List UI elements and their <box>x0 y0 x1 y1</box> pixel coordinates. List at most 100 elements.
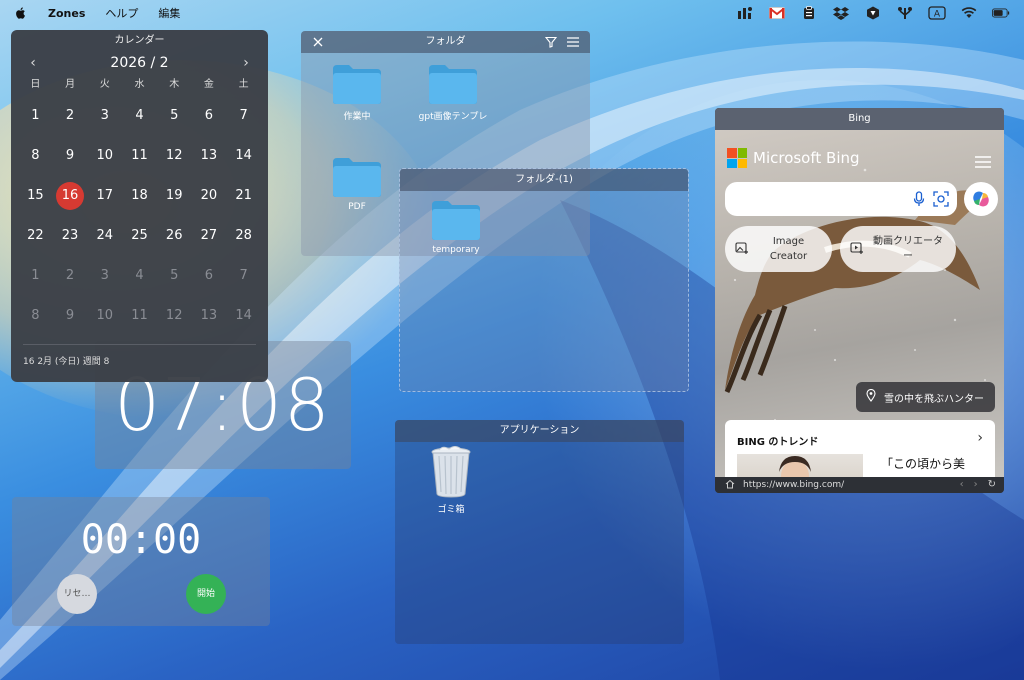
calendar-day[interactable]: 23 <box>53 216 88 256</box>
prev-month-chevron-icon[interactable]: ‹ <box>25 55 41 71</box>
calendar-day[interactable]: 11 <box>122 136 157 176</box>
microsoft-bing-logo[interactable]: Microsoft Bing <box>727 148 860 168</box>
trash-item[interactable]: ゴミ箱 <box>406 446 496 515</box>
calendar-day-next-month[interactable]: 12 <box>157 296 192 336</box>
timer-start-button[interactable]: 開始 <box>186 574 226 614</box>
calendar-day-next-month[interactable]: 8 <box>18 296 53 336</box>
visual-search-icon[interactable] <box>933 191 949 211</box>
folder-icon <box>429 65 477 104</box>
url-bar[interactable]: https://www.bing.com/ ‹ › ↻ <box>715 477 1004 493</box>
folder-label: gpt画像テンプレ <box>418 112 488 122</box>
search-input[interactable] <box>725 182 957 216</box>
calendar-day[interactable]: 28 <box>226 216 261 256</box>
microphone-icon[interactable] <box>913 191 925 211</box>
calendar-day-next-month[interactable]: 13 <box>192 296 227 336</box>
weekday-label: 火 <box>99 79 110 90</box>
timer-reset-button[interactable]: リセ… <box>57 574 97 614</box>
calendar-day[interactable]: 14 <box>226 136 261 176</box>
applications-window-title: アプリケーション <box>499 425 580 436</box>
wifi-icon[interactable] <box>960 5 978 21</box>
calendar-day[interactable]: 26 <box>157 216 192 256</box>
calendar-day[interactable]: 3 <box>87 96 122 136</box>
calendar-day[interactable]: 24 <box>87 216 122 256</box>
calendar-day[interactable]: 9 <box>53 136 88 176</box>
menu-edit[interactable]: 編集 <box>158 5 180 21</box>
calendar-day[interactable]: 4 <box>122 96 157 136</box>
weekday-label: 水 <box>134 79 145 90</box>
menu-icon[interactable] <box>566 35 580 49</box>
calendar-day[interactable]: 25 <box>122 216 157 256</box>
calendar-day-next-month[interactable]: 10 <box>87 296 122 336</box>
calendar-day-next-month[interactable]: 1 <box>18 256 53 296</box>
timer-time: 00:00 <box>80 517 202 563</box>
folder-label: temporary <box>432 245 480 255</box>
calendar-day[interactable]: 19 <box>157 176 192 216</box>
close-icon[interactable] <box>311 35 325 49</box>
folder-item[interactable]: PDF <box>312 156 402 212</box>
location-pin-icon <box>866 388 876 405</box>
calendar-day[interactable]: 7 <box>226 96 261 136</box>
calendar-day-next-month[interactable]: 5 <box>157 256 192 296</box>
calendar-day-next-month[interactable]: 9 <box>53 296 88 336</box>
forward-chevron-icon[interactable]: › <box>974 479 978 490</box>
home-icon[interactable] <box>725 479 735 492</box>
calendar-day-next-month[interactable]: 3 <box>87 256 122 296</box>
image-location-button[interactable]: 雪の中を飛ぶハンター <box>856 382 995 412</box>
video-creator-button[interactable]: 動画クリエーター <box>840 226 956 272</box>
calendar-day[interactable]: 15 <box>18 176 53 216</box>
microsoft-logo-icon <box>727 148 747 168</box>
calendar-grid: 日 月 火 水 木 金 土 1 2 3 4 5 6 7 8 9 10 11 12… <box>11 74 268 336</box>
chevron-right-icon[interactable]: › <box>977 430 983 446</box>
image-add-icon <box>735 241 749 258</box>
calendar-day-next-month[interactable]: 11 <box>122 296 157 336</box>
input-method-icon[interactable]: A <box>928 5 946 21</box>
calendar-day[interactable]: 10 <box>87 136 122 176</box>
folder-item[interactable]: temporary <box>411 199 501 255</box>
calendar-day-next-month[interactable]: 4 <box>122 256 157 296</box>
gmail-icon[interactable] <box>768 5 786 21</box>
menu-bar: Zones ヘルプ 編集 A <box>0 0 1024 26</box>
image-creator-button[interactable]: Image Creator <box>725 226 832 272</box>
calendar-day-today[interactable]: 16 <box>53 176 88 216</box>
calendar-day-next-month[interactable]: 7 <box>226 256 261 296</box>
calendar-day[interactable]: 12 <box>157 136 192 176</box>
calendar-day-next-month[interactable]: 2 <box>53 256 88 296</box>
app-name-menu[interactable]: Zones <box>48 7 85 20</box>
calendar-day[interactable]: 18 <box>122 176 157 216</box>
next-month-chevron-icon[interactable]: › <box>238 55 254 71</box>
calendar-day[interactable]: 17 <box>87 176 122 216</box>
back-chevron-icon[interactable]: ‹ <box>960 479 964 490</box>
copilot-icon[interactable] <box>964 182 998 216</box>
calendar-day[interactable]: 13 <box>192 136 227 176</box>
folder-icon <box>333 158 381 197</box>
calendar-day[interactable]: 27 <box>192 216 227 256</box>
shield-hex-icon[interactable] <box>864 5 882 21</box>
battery-icon[interactable] <box>992 5 1010 21</box>
dropbox-icon[interactable] <box>832 5 850 21</box>
calendar-day[interactable]: 20 <box>192 176 227 216</box>
trending-card[interactable]: BING のトレンド › 「この頃から美 <box>725 420 995 477</box>
stats-icon[interactable] <box>736 5 754 21</box>
calendar-day[interactable]: 5 <box>157 96 192 136</box>
trending-thumbnail[interactable] <box>737 454 863 477</box>
timer-widget: 00:00 リセ… 開始 <box>12 497 270 626</box>
calendar-day[interactable]: 1 <box>18 96 53 136</box>
reload-icon[interactable]: ↻ <box>988 479 996 490</box>
calendar-day[interactable]: 22 <box>18 216 53 256</box>
calendar-day[interactable]: 6 <box>192 96 227 136</box>
bing-browser-widget: Bing Microsoft Bing Image Creator 動画クリエー… <box>715 108 1004 493</box>
network-tree-icon[interactable] <box>896 5 914 21</box>
clipboard-icon[interactable] <box>800 5 818 21</box>
hamburger-menu-icon[interactable] <box>974 154 992 173</box>
calendar-day[interactable]: 21 <box>226 176 261 216</box>
filter-icon[interactable] <box>544 35 558 49</box>
folder-item[interactable]: gpt画像テンプレ <box>408 63 498 122</box>
apple-menu-icon[interactable] <box>14 6 28 20</box>
folder-item[interactable]: 作業中 <box>312 63 402 122</box>
calendar-day-next-month[interactable]: 6 <box>192 256 227 296</box>
menu-help[interactable]: ヘルプ <box>105 5 138 21</box>
calendar-day[interactable]: 8 <box>18 136 53 176</box>
applications-window-titlebar: アプリケーション <box>395 420 684 442</box>
calendar-day[interactable]: 2 <box>53 96 88 136</box>
calendar-day-next-month[interactable]: 14 <box>226 296 261 336</box>
